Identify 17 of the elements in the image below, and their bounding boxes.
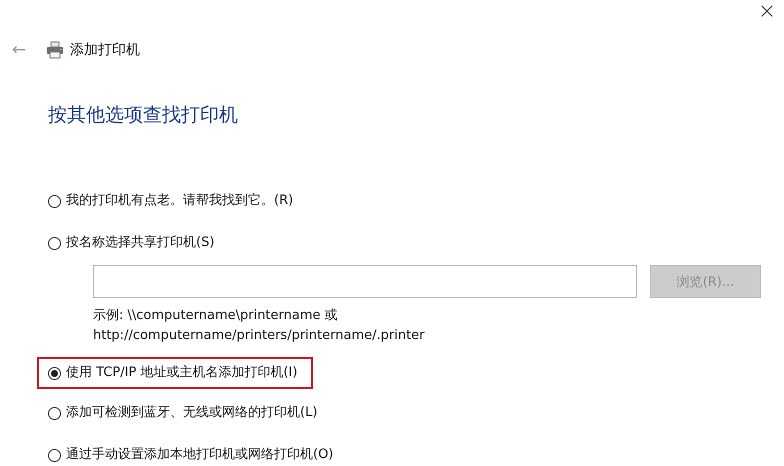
option-label[interactable]: 我的打印机有点老。请帮我找到它。(R) xyxy=(66,190,294,212)
page-heading: 按其他选项查找打印机 xyxy=(48,103,239,128)
radio-button[interactable] xyxy=(48,194,61,208)
radio-button[interactable] xyxy=(48,236,61,250)
option-label[interactable]: 按名称选择共享打印机(S) xyxy=(66,232,214,254)
example-text: http://computername/printers/printername/.printer xyxy=(93,327,426,345)
radio-button[interactable] xyxy=(48,448,61,462)
printer-icon xyxy=(46,41,64,59)
radio-button[interactable] xyxy=(48,406,61,420)
window-title: 添加打印机 xyxy=(70,41,140,60)
example-text: 示例: \\computername\printername 或 xyxy=(93,307,339,325)
option-label[interactable]: 通过手动设置添加本地打印机或网络打印机(O) xyxy=(66,444,334,466)
option-label[interactable]: 使用 TCP/IP 地址或主机名添加打印机(I) xyxy=(66,362,298,384)
path-field[interactable] xyxy=(93,265,637,298)
close-button[interactable]: × xyxy=(750,0,784,24)
radio-button[interactable] xyxy=(48,366,61,380)
option-label[interactable]: 添加可检测到蓝牙、无线或网络的打印机(L) xyxy=(66,402,318,424)
